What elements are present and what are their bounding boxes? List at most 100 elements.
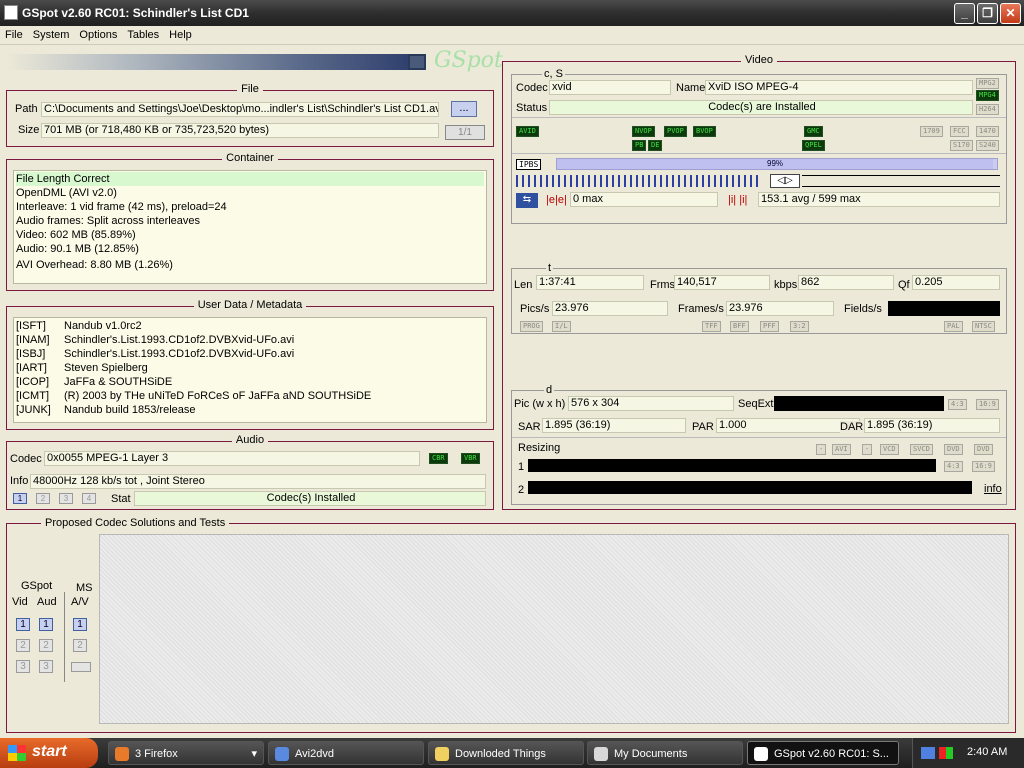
qf-label: Qf xyxy=(898,279,910,291)
windows-logo-icon xyxy=(8,745,26,761)
s170-indicator: S170 xyxy=(950,140,973,151)
aud-test-3-button[interactable]: 3 xyxy=(39,660,53,673)
row1-43-indicator: 4:3 xyxy=(944,461,963,472)
resize-svcd-tag: SVCD xyxy=(910,444,933,455)
vid-test-1-button[interactable]: 1 xyxy=(16,618,30,631)
resize-dvd-tag: DVD xyxy=(944,444,963,455)
taskbar-gspot[interactable]: GSpot v2.60 RC01: S... xyxy=(747,741,899,765)
nvop-indicator: NVOP xyxy=(632,126,655,137)
taskbar-avi2dvd[interactable]: Avi2dvd xyxy=(268,741,424,765)
frames-field: 23.976 xyxy=(726,301,834,316)
network-icon[interactable] xyxy=(921,747,935,759)
minimize-button[interactable]: _ xyxy=(954,3,975,24)
dar-label: DAR xyxy=(840,421,864,433)
audio-track-2-button[interactable]: 2 xyxy=(36,493,50,504)
par-field: 1.000 xyxy=(716,418,860,433)
path-field[interactable]: C:\Documents and Settings\Joe\Desktop\mo… xyxy=(41,102,439,117)
metadata-row: [INAM] Schindler's.List.1993.CD1of2.DVBXv… xyxy=(16,334,295,346)
ms-blank-button[interactable] xyxy=(71,662,91,672)
video-codec-field: xvid xyxy=(549,80,671,95)
close-button[interactable]: ✕ xyxy=(1000,3,1021,24)
seqext-field xyxy=(774,396,944,411)
metadata-row: [JUNK] Nandub build 1853/release xyxy=(16,404,196,416)
maximize-button[interactable]: ❐ xyxy=(977,3,998,24)
audio-info-field: 48000Hz 128 kb/s tot , Joint Stereo xyxy=(30,474,486,489)
menu-system[interactable]: System xyxy=(28,26,75,41)
sar-label: SAR xyxy=(518,421,541,433)
gspot-app-icon[interactable] xyxy=(4,5,18,20)
timeline-track xyxy=(802,175,1000,187)
audio-track-3-button[interactable]: 3 xyxy=(59,493,73,504)
1470-indicator: 1470 xyxy=(976,126,999,137)
metadata-row: [ISBJ] Schindler's.List.1993.CD1of2.DVBXv… xyxy=(16,348,295,360)
t-group-title: t xyxy=(546,262,554,274)
user-data-panel-title: User Data / Metadata xyxy=(193,299,307,311)
start-button[interactable]: start xyxy=(0,738,98,768)
file-panel-title: File xyxy=(237,83,263,95)
ms-test-1-button[interactable]: 1 xyxy=(73,618,87,631)
codec-solutions-area[interactable] xyxy=(99,534,1009,724)
vid-label: Vid xyxy=(12,596,28,608)
frames-label: Frames/s xyxy=(678,303,724,315)
audio-panel-title: Audio xyxy=(231,434,269,446)
ipbs-indicator: IPBS xyxy=(516,159,542,170)
container-info-list: File Length Correct OpenDML (AVI v2.0) I… xyxy=(13,170,487,284)
gspot-label: GSpot xyxy=(21,580,53,592)
container-line: File Length Correct xyxy=(16,172,484,186)
s240-indicator: S240 xyxy=(976,140,999,151)
aud-test-1-button[interactable]: 1 xyxy=(39,618,53,631)
qpel-indicator: QPEL xyxy=(802,140,825,151)
page-counter-button[interactable]: 1/1 xyxy=(445,125,485,140)
taskbar-my-documents[interactable]: My Documents xyxy=(587,741,743,765)
container-panel: Container File Length Correct OpenDML (A… xyxy=(6,152,494,291)
aud-label: Aud xyxy=(37,596,57,608)
menu-tables[interactable]: Tables xyxy=(122,26,164,41)
aud-test-2-button[interactable]: 2 xyxy=(39,639,53,652)
info-link[interactable]: info xyxy=(984,483,1002,495)
tray-app-icon[interactable] xyxy=(939,747,953,759)
resize-row-1-field xyxy=(528,459,936,472)
audio-track-4-button[interactable]: 4 xyxy=(82,493,96,504)
menu-file[interactable]: File xyxy=(0,26,28,41)
menu-help[interactable]: Help xyxy=(164,26,197,41)
gspot-logo: GSpot xyxy=(434,48,503,73)
resize-tag: - xyxy=(816,444,827,455)
slider-handle-icon[interactable]: ◁▷ xyxy=(770,174,800,188)
logo-square-icon xyxy=(408,54,426,70)
ratio-169-indicator: 16:9 xyxy=(976,399,999,410)
taskbar-firefox[interactable]: 3 Firefox ▾ xyxy=(108,741,264,765)
container-line: Video: 602 MB (85.89%) xyxy=(16,229,136,241)
browse-button[interactable]: ... xyxy=(451,101,477,117)
av-label: A/V xyxy=(71,596,89,608)
documents-icon xyxy=(594,747,608,761)
vid-test-2-button[interactable]: 2 xyxy=(16,639,30,652)
logo-gradient-strip xyxy=(6,54,426,70)
resizing-label: Resizing xyxy=(518,442,561,454)
mpg4-indicator: MPG4 xyxy=(976,90,999,101)
taskbar-downloaded-things[interactable]: Downloded Things xyxy=(428,741,584,765)
avid-indicator: AVID xyxy=(516,126,539,137)
file-panel: File Path C:\Documents and Settings\Joe\… xyxy=(6,83,494,147)
vid-test-3-button[interactable]: 3 xyxy=(16,660,30,673)
container-line: Interleave: 1 vid frame (42 ms), preload… xyxy=(16,201,227,213)
fields-label: Fields/s xyxy=(844,303,882,315)
progress-percent: 99% xyxy=(767,159,784,168)
eb-field: 0 max xyxy=(570,192,718,207)
ms-test-2-button[interactable]: 2 xyxy=(73,639,87,652)
kbps-label: kbps xyxy=(774,279,798,291)
metadata-list: [ISFT] Nandub v1.0rc2 [INAM] Schindler's.L… xyxy=(13,317,487,423)
reload-icon[interactable]: ⇆ xyxy=(516,193,538,208)
proposed-solutions-panel: Proposed Codec Solutions and Tests GSpot… xyxy=(6,517,1016,733)
ii-field: 153.1 avg / 599 max xyxy=(758,192,1000,207)
menu-options[interactable]: Options xyxy=(74,26,122,41)
audio-track-1-button[interactable]: 1 xyxy=(13,493,27,504)
gspot-icon xyxy=(754,747,768,761)
bvop-indicator: BVOP xyxy=(693,126,716,137)
folder-icon xyxy=(435,747,449,761)
ratio-43-indicator: 4:3 xyxy=(948,399,967,410)
title-bar[interactable]: GSpot v2.60 RC01: Schindler's List CD1 _… xyxy=(0,0,1024,26)
row1-169-indicator: 16:9 xyxy=(972,461,995,472)
pics-field: 23.976 xyxy=(552,301,668,316)
menu-bar: File System Options Tables Help xyxy=(0,26,1024,45)
start-label: start xyxy=(32,743,67,760)
